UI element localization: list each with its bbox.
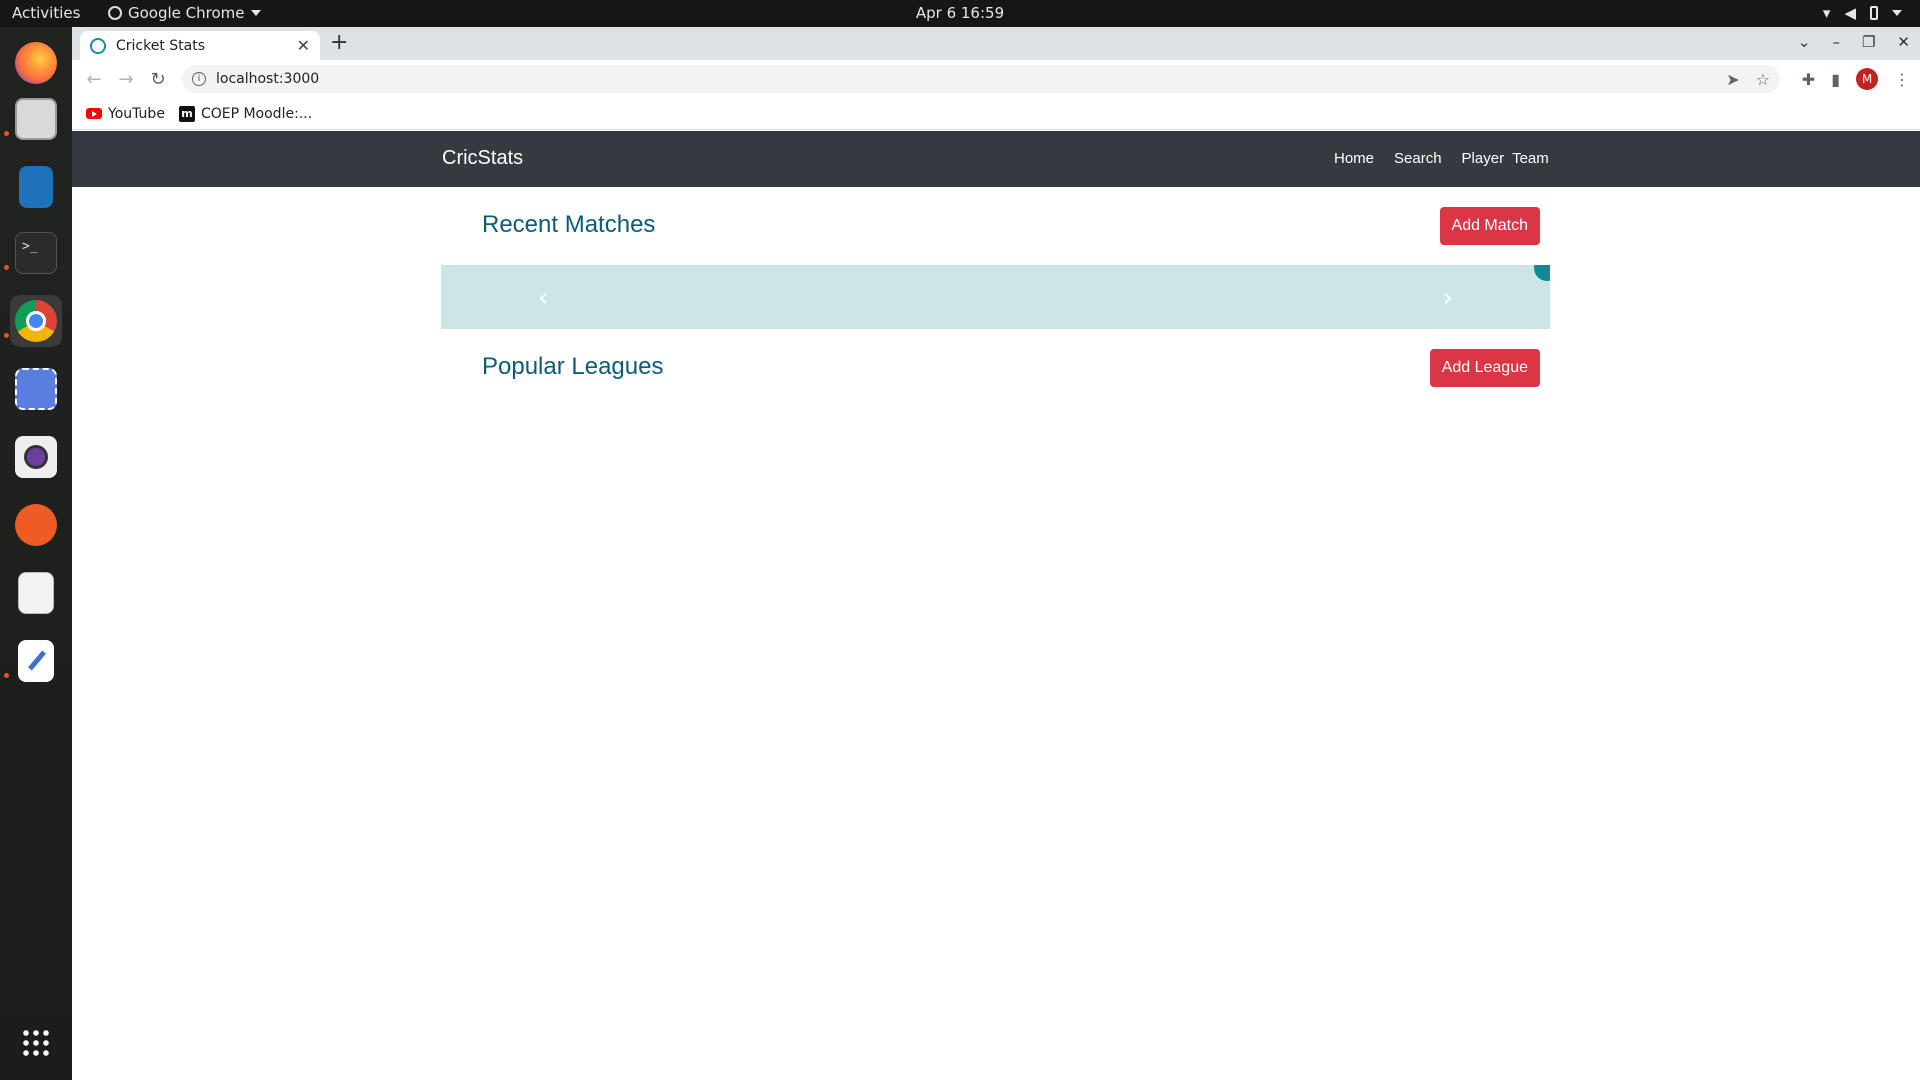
bookmark-youtube[interactable]: YouTube (86, 106, 165, 122)
running-indicator (4, 265, 9, 270)
window-controls: ⌄ – ❐ ✕ (1798, 33, 1910, 51)
browser-toolbar: ← → ↻ i localhost:3000 ➤ ☆ ✚ ▮ M ⋮ (72, 60, 1920, 98)
postman-icon (15, 504, 57, 546)
back-icon[interactable]: ← (78, 69, 110, 90)
show-apps-icon (21, 1028, 51, 1058)
site-info-icon[interactable]: i (192, 72, 206, 86)
menu-dots-icon[interactable]: ⋮ (1894, 70, 1910, 89)
battery-icon (1870, 6, 1878, 20)
volume-icon: ◀ (1844, 4, 1856, 22)
system-tray[interactable]: ▾ ◀ (1823, 4, 1902, 22)
nav-team[interactable]: Team (1512, 150, 1549, 167)
nav-player[interactable]: Player (1462, 150, 1505, 167)
terminal-icon: >_ (15, 232, 57, 274)
nav-home[interactable]: Home (1334, 150, 1374, 167)
side-panel-icon[interactable]: ▮ (1831, 70, 1840, 89)
dock-files[interactable] (10, 93, 62, 145)
firefox-icon (15, 42, 57, 84)
dock-show-apps[interactable] (10, 1017, 62, 1069)
dock-chrome[interactable] (10, 295, 62, 347)
dock-camera[interactable] (10, 431, 62, 483)
add-match-button[interactable]: Add Match (1439, 207, 1540, 245)
youtube-icon (86, 108, 102, 119)
network-icon: ▾ (1822, 4, 1831, 22)
carousel-indicator (1534, 265, 1550, 281)
dock-screenshot[interactable] (10, 363, 62, 415)
chrome-icon (15, 300, 57, 342)
site-brand[interactable]: CricStats (442, 147, 523, 170)
popular-leagues-title: Popular Leagues (482, 353, 664, 380)
forward-icon[interactable]: → (110, 69, 142, 90)
bookmark-label: YouTube (108, 105, 165, 122)
extensions-icon[interactable]: ✚ (1802, 70, 1815, 89)
close-window-icon[interactable]: ✕ (1897, 33, 1910, 51)
dock-postman[interactable] (10, 499, 62, 551)
nav-search[interactable]: Search (1394, 150, 1442, 167)
reload-icon[interactable]: ↻ (142, 69, 174, 90)
screenshot-icon (15, 368, 57, 410)
text-editor-icon (18, 640, 54, 682)
react-favicon-icon (90, 37, 106, 54)
nav-links: Home Search Player Team (1334, 150, 1569, 167)
tab-title: Cricket Stats (116, 37, 206, 54)
clock[interactable]: Apr 6 16:59 (0, 4, 1920, 22)
running-indicator (4, 131, 9, 136)
restore-icon[interactable]: ❐ (1862, 33, 1875, 51)
bookmark-star-icon[interactable]: ☆ (1756, 70, 1770, 89)
minimize-icon[interactable]: – (1832, 33, 1840, 51)
dock: >_ (0, 27, 72, 1080)
recent-matches-title: Recent Matches (482, 211, 656, 238)
files-icon (15, 98, 57, 140)
system-top-bar: Activities Google Chrome Apr 6 16:59 ▾ ◀ (0, 0, 1920, 27)
dock-text-editor[interactable] (10, 635, 62, 687)
dock-writer[interactable] (10, 161, 62, 213)
add-league-button[interactable]: Add League (1429, 349, 1540, 387)
site-navbar: CricStats Home Search Player Team (72, 131, 1920, 187)
bookmark-coep-moodle[interactable]: m COEP Moodle:... (178, 105, 313, 122)
matches-carousel: ‹ › (441, 265, 1550, 329)
tab-search-icon[interactable]: ⌄ (1798, 33, 1811, 51)
bookmarks-bar: YouTube m COEP Moodle:... (72, 98, 1920, 130)
carousel-next-icon[interactable]: › (1443, 283, 1453, 313)
libreoffice-writer-icon (19, 166, 53, 208)
url-text: localhost:3000 (216, 71, 320, 87)
carousel-prev-icon[interactable]: ‹ (538, 283, 548, 313)
camera-icon (15, 436, 57, 478)
profile-avatar[interactable]: M (1856, 68, 1878, 90)
recent-matches-section: Recent Matches Add Match (441, 203, 1550, 251)
close-tab-icon[interactable]: ✕ (297, 36, 310, 55)
popular-leagues-section: Popular Leagues Add League (441, 345, 1550, 393)
tray-menu-icon (1892, 10, 1902, 16)
browser-window: Cricket Stats ✕ + ⌄ – ❐ ✕ ← → ↻ i localh… (72, 27, 1920, 1080)
address-bar[interactable]: i localhost:3000 ➤ ☆ (182, 65, 1780, 93)
tab-cricket-stats[interactable]: Cricket Stats ✕ (80, 31, 320, 60)
tab-strip: Cricket Stats ✕ + ⌄ – ❐ ✕ (72, 27, 1920, 60)
dock-terminal[interactable]: >_ (10, 227, 62, 279)
moodle-icon: m (178, 105, 195, 122)
web-page: CricStats Home Search Player Team Recent… (72, 131, 1920, 1080)
bookmark-label: COEP Moodle:... (200, 105, 313, 122)
document-viewer-icon (18, 572, 54, 614)
running-indicator (4, 333, 9, 338)
dock-firefox[interactable] (10, 37, 62, 89)
dock-document-viewer[interactable] (10, 567, 62, 619)
send-icon[interactable]: ➤ (1726, 70, 1739, 89)
new-tab-button[interactable]: + (330, 30, 348, 55)
running-indicator (4, 673, 9, 678)
